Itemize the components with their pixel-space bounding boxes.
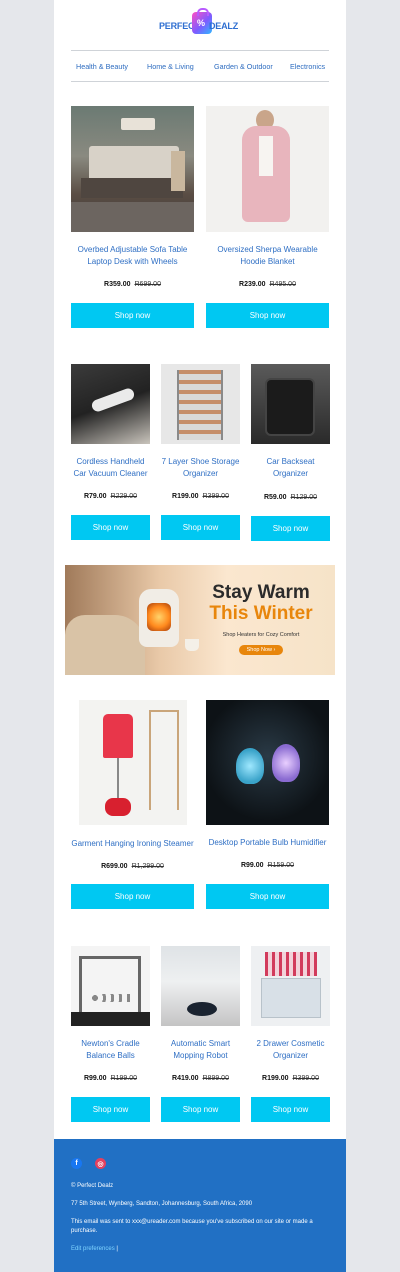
price-current: R59.00 bbox=[263, 494, 287, 501]
footer-address: 77 5th Street, Wynberg, Sandton, Johanne… bbox=[71, 1201, 253, 1207]
price-original: R699.00 bbox=[134, 281, 161, 288]
shop-now-button[interactable]: Shop now bbox=[251, 516, 330, 541]
nav-electronics[interactable]: Electronics bbox=[290, 62, 325, 71]
footer-notice: This email was sent to xxx@ureader.com b… bbox=[71, 1219, 313, 1234]
price-original: R229.00 bbox=[110, 493, 138, 500]
price-line: R199.00 R399.00 bbox=[251, 1075, 330, 1082]
product-image-car-vacuum[interactable] bbox=[71, 364, 150, 444]
shop-now-button[interactable]: Shop now bbox=[71, 515, 150, 540]
price-current: R99.00 bbox=[83, 1075, 107, 1082]
product-title[interactable]: Car Backseat Organizer bbox=[251, 456, 330, 480]
price-current: R239.00 bbox=[239, 281, 266, 288]
brand-logo[interactable]: PERFECT DEALZ bbox=[159, 8, 243, 40]
email-body: PERFECT DEALZ Health & Beauty Home & Liv… bbox=[54, 0, 346, 1272]
nav-home-living[interactable]: Home & Living bbox=[147, 62, 194, 71]
price-original: R159.00 bbox=[267, 862, 295, 869]
edit-preferences-link[interactable]: Edit preferences bbox=[71, 1246, 115, 1252]
shop-now-button[interactable]: Shop now bbox=[71, 1097, 150, 1122]
price-original: R495.00 bbox=[269, 281, 296, 288]
footer-links: Edit preferences | bbox=[71, 1246, 118, 1252]
price-original: R1,299.00 bbox=[131, 863, 164, 870]
price-current: R359.00 bbox=[104, 281, 131, 288]
product-image-newtons-cradle[interactable] bbox=[71, 946, 150, 1026]
shop-now-button[interactable]: Shop now bbox=[71, 884, 194, 909]
product-title[interactable]: Newton's Cradle Balance Balls bbox=[71, 1038, 150, 1062]
product-title[interactable]: Garment Hanging Ironing Steamer bbox=[71, 838, 194, 850]
footer: f ◎ © Perfect Dealz 77 5th Street, Wynbe… bbox=[54, 1139, 346, 1272]
price-original: R899.00 bbox=[202, 1075, 229, 1082]
banner-headline-2: This Winter bbox=[209, 603, 313, 624]
shop-now-button[interactable]: Shop now bbox=[161, 515, 240, 540]
price-current: R199.00 bbox=[262, 1075, 289, 1082]
price-original: R399.00 bbox=[202, 493, 229, 500]
banner-cta-button[interactable]: Shop Now › bbox=[238, 645, 284, 655]
brand-word-dealz: DEALZ bbox=[209, 21, 238, 31]
price-original: R399.00 bbox=[292, 1075, 319, 1082]
shop-now-button[interactable]: Shop now bbox=[206, 884, 329, 909]
product-title[interactable]: Oversized Sherpa Wearable Hoodie Blanket bbox=[206, 244, 329, 268]
product-image-mopping-robot[interactable] bbox=[161, 946, 240, 1026]
footer-copyright: © Perfect Dealz bbox=[71, 1183, 114, 1189]
winter-heater-banner[interactable]: Stay Warm This Winter Shop Heaters for C… bbox=[65, 565, 335, 675]
price-line: R79.00 R229.00 bbox=[71, 493, 150, 500]
facebook-icon[interactable]: f bbox=[71, 1158, 82, 1169]
banner-subtext: Shop Heaters for Cozy Comfort bbox=[222, 632, 300, 638]
price-line: R239.00 R495.00 bbox=[206, 281, 329, 288]
divider bbox=[71, 81, 329, 82]
price-line: R99.00 R159.00 bbox=[206, 862, 329, 869]
product-image-hoodie-blanket[interactable] bbox=[206, 106, 329, 232]
shop-now-button[interactable]: Shop now bbox=[161, 1097, 240, 1122]
product-image-car-organizer[interactable] bbox=[251, 364, 330, 444]
price-line: R199.00 R399.00 bbox=[161, 493, 240, 500]
price-line: R419.00 R899.00 bbox=[161, 1075, 240, 1082]
product-image-cosmetic-organizer[interactable] bbox=[251, 946, 330, 1026]
price-current: R79.00 bbox=[83, 493, 107, 500]
price-line: R59.00 R129.00 bbox=[251, 494, 330, 501]
heater-image bbox=[139, 589, 179, 647]
product-image-sofa-table[interactable] bbox=[71, 106, 194, 232]
instagram-icon[interactable]: ◎ bbox=[95, 1158, 106, 1169]
shop-now-button[interactable]: Shop now bbox=[71, 303, 194, 328]
price-original: R129.00 bbox=[290, 494, 318, 501]
price-current: R199.00 bbox=[172, 493, 199, 500]
divider bbox=[71, 50, 329, 51]
product-image-shoe-storage[interactable] bbox=[161, 364, 240, 444]
product-image-ironing-steamer[interactable] bbox=[79, 700, 187, 825]
nav-health-beauty[interactable]: Health & Beauty bbox=[76, 62, 128, 71]
price-current: R419.00 bbox=[172, 1075, 199, 1082]
product-image-bulb-humidifier[interactable] bbox=[206, 700, 329, 825]
nav-garden-outdoor[interactable]: Garden & Outdoor bbox=[214, 62, 273, 71]
price-current: R699.00 bbox=[101, 863, 128, 870]
product-title[interactable]: 7 Layer Shoe Storage Organizer bbox=[161, 456, 240, 480]
product-title[interactable]: Cordless Handheld Car Vacuum Cleaner bbox=[71, 456, 150, 480]
banner-cta-label: Shop Now bbox=[246, 647, 272, 653]
footer-separator: | bbox=[116, 1246, 118, 1252]
arrow-icon: › bbox=[273, 647, 276, 653]
price-current: R99.00 bbox=[240, 862, 264, 869]
product-title[interactable]: Desktop Portable Bulb Humidifier bbox=[206, 837, 329, 849]
product-title[interactable]: Overbed Adjustable Sofa Table Laptop Des… bbox=[71, 244, 194, 268]
banner-headline-1: Stay Warm bbox=[212, 582, 310, 603]
product-title[interactable]: 2 Drawer Cosmetic Organizer bbox=[251, 1038, 330, 1062]
shop-now-button[interactable]: Shop now bbox=[206, 303, 329, 328]
price-line: R359.00 R699.00 bbox=[71, 281, 194, 288]
price-line: R699.00 R1,299.00 bbox=[71, 863, 194, 870]
price-original: R199.00 bbox=[110, 1075, 138, 1082]
price-line: R99.00 R199.00 bbox=[71, 1075, 150, 1082]
product-title[interactable]: Automatic Smart Mopping Robot bbox=[161, 1038, 240, 1062]
shop-now-button[interactable]: Shop now bbox=[251, 1097, 330, 1122]
